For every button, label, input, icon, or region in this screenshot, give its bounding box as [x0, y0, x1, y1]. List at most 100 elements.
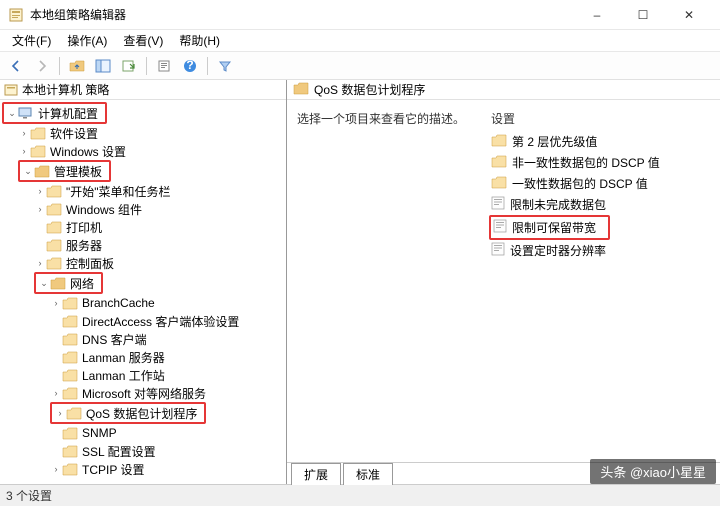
folder-icon [30, 143, 46, 159]
folder-icon [62, 313, 78, 329]
folder-icon [62, 443, 78, 459]
menu-view[interactable]: 查看(V) [115, 30, 171, 51]
status-bar: 3 个设置 [0, 484, 720, 506]
console-tree[interactable]: ⌄ 计算机配置 › 软件设置 › Windows 设置 ⌄ 管理模板 [0, 100, 286, 484]
folder-open-icon [34, 163, 50, 179]
tree-node-ssl[interactable]: SSL 配置设置 [2, 442, 285, 460]
caret-icon[interactable]: › [18, 146, 30, 156]
minimize-button[interactable]: – [574, 0, 620, 30]
maximize-button[interactable]: ☐ [620, 0, 666, 30]
menu-bar: 文件(F) 操作(A) 查看(V) 帮助(H) [0, 30, 720, 52]
svg-text:?: ? [186, 59, 193, 72]
forward-button[interactable] [30, 55, 54, 77]
folder-icon [30, 125, 46, 141]
folder-icon [62, 425, 78, 441]
filter-button[interactable] [213, 55, 237, 77]
tab-extended[interactable]: 扩展 [291, 463, 341, 485]
list-item-dscp-con[interactable]: 一致性数据包的 DSCP 值 [487, 173, 720, 194]
back-button[interactable] [4, 55, 28, 77]
highlight-admin-templates: ⌄ 管理模板 [18, 160, 111, 182]
caret-icon[interactable]: ⌄ [6, 108, 18, 119]
folder-icon [491, 176, 507, 192]
tree-node-servers[interactable]: 服务器 [2, 236, 285, 254]
tree-node-control-panel[interactable]: › 控制面板 [2, 254, 285, 272]
tree-node-branchcache[interactable]: ›BranchCache [2, 294, 285, 312]
caret-icon[interactable]: › [54, 408, 66, 418]
menu-action[interactable]: 操作(A) [59, 30, 115, 51]
folder-open-icon [293, 82, 309, 98]
console-tree-pane: 本地计算机 策略 ⌄ 计算机配置 › 软件设置 › Windows 设置 [0, 80, 287, 484]
list-item-layer2[interactable]: 第 2 层优先级值 [487, 131, 720, 152]
caret-icon[interactable]: ⌄ [38, 278, 50, 289]
highlight-network: ⌄ 网络 [34, 272, 103, 294]
tab-standard[interactable]: 标准 [343, 463, 393, 485]
description-column: 选择一个项目来查看它的描述。 [287, 100, 487, 462]
tree-node-windows-components[interactable]: › Windows 组件 [2, 200, 285, 218]
tree-node-directaccess[interactable]: DirectAccess 客户端体验设置 [2, 312, 285, 330]
tree-node-dns-client[interactable]: DNS 客户端 [2, 330, 285, 348]
folder-icon [46, 201, 62, 217]
folder-icon [62, 331, 78, 347]
list-item-limit-reservable[interactable]: 限制可保留带宽 [491, 217, 600, 238]
folder-icon [491, 155, 507, 171]
tree-node-snmp[interactable]: SNMP [2, 424, 285, 442]
highlight-qos: ›QoS 数据包计划程序 [50, 402, 206, 424]
menu-help[interactable]: 帮助(H) [171, 30, 228, 51]
caret-icon[interactable]: › [34, 258, 46, 268]
caret-icon[interactable]: › [50, 388, 62, 398]
tree-node-lanman-workstation[interactable]: Lanman 工作站 [2, 366, 285, 384]
folder-icon [46, 255, 62, 271]
tree-node-qos[interactable]: ›QoS 数据包计划程序 [52, 404, 200, 422]
folder-icon [62, 367, 78, 383]
list-item-limit-unfinished[interactable]: 限制未完成数据包 [487, 194, 720, 215]
list-item-timer-res[interactable]: 设置定时器分辨率 [487, 240, 720, 261]
folder-icon [46, 237, 62, 253]
properties-button[interactable] [152, 55, 176, 77]
close-button[interactable]: ✕ [666, 0, 712, 30]
list-item-dscp-non[interactable]: 非一致性数据包的 DSCP 值 [487, 152, 720, 173]
folder-icon [46, 183, 62, 199]
up-button[interactable] [65, 55, 89, 77]
tree-node-windows-settings[interactable]: › Windows 设置 [2, 142, 285, 160]
tree-node-computer-config[interactable]: ⌄ 计算机配置 [4, 104, 101, 122]
setting-icon [491, 196, 505, 213]
caret-icon[interactable]: › [50, 298, 62, 308]
folder-open-icon [50, 275, 66, 291]
caret-icon[interactable]: › [50, 464, 62, 474]
tree-node-network[interactable]: ⌄ 网络 [36, 274, 97, 292]
tree-node-lanman-server[interactable]: Lanman 服务器 [2, 348, 285, 366]
app-icon [8, 7, 24, 23]
select-prompt: 选择一个项目来查看它的描述。 [297, 110, 477, 127]
computer-icon [18, 105, 34, 121]
export-list-button[interactable] [117, 55, 141, 77]
details-header: QoS 数据包计划程序 [287, 80, 720, 100]
caret-icon[interactable]: › [34, 204, 46, 214]
tree-node-software[interactable]: › 软件设置 [2, 124, 285, 142]
details-tabs: 扩展 标准 [287, 462, 720, 484]
folder-icon [46, 219, 62, 235]
client-area: 本地计算机 策略 ⌄ 计算机配置 › 软件设置 › Windows 设置 [0, 80, 720, 484]
tree-node-tcpip[interactable]: ›TCPIP 设置 [2, 460, 285, 478]
settings-list: 设置 第 2 层优先级值 非一致性数据包的 DSCP 值 一致性数据包的 DSC… [487, 100, 720, 462]
folder-icon [491, 134, 507, 150]
highlight-computer-config: ⌄ 计算机配置 [2, 102, 107, 124]
tree-root-label: 本地计算机 策略 [22, 81, 109, 98]
toolbar: ? [0, 52, 720, 80]
menu-file[interactable]: 文件(F) [4, 30, 59, 51]
settings-column-header[interactable]: 设置 [487, 110, 720, 127]
help-button[interactable]: ? [178, 55, 202, 77]
folder-icon [62, 349, 78, 365]
caret-icon[interactable]: ⌄ [22, 166, 34, 177]
tree-header: 本地计算机 策略 [0, 80, 286, 100]
show-hide-tree-button[interactable] [91, 55, 115, 77]
status-text: 3 个设置 [6, 487, 52, 504]
caret-icon[interactable]: › [34, 186, 46, 196]
tree-node-ms-peer[interactable]: ›Microsoft 对等网络服务 [2, 384, 285, 402]
window-title: 本地组策略编辑器 [30, 6, 574, 23]
setting-icon [491, 242, 505, 259]
tree-node-start-taskbar[interactable]: › "开始"菜单和任务栏 [2, 182, 285, 200]
caret-icon[interactable]: › [18, 128, 30, 138]
tree-node-printers[interactable]: 打印机 [2, 218, 285, 236]
folder-icon [62, 461, 78, 477]
tree-node-admin-templates[interactable]: ⌄ 管理模板 [20, 162, 105, 180]
